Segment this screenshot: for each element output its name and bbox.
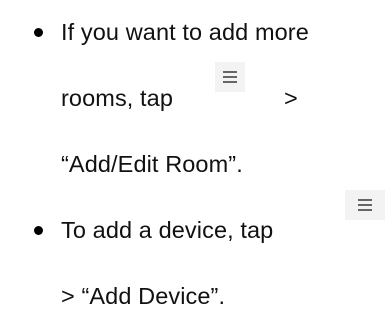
item1-line1: If you want to add more: [61, 19, 309, 45]
item2-line1-prefix: To add a device, tap: [61, 217, 274, 243]
item2-line2: > “Add Device”.: [61, 283, 226, 309]
item1-line3: “Add/Edit Room”.: [61, 151, 243, 177]
bullet-icon: [34, 226, 43, 235]
menu-icon: [215, 62, 245, 92]
item1-line2-suffix: >: [284, 85, 298, 111]
bullet-icon: [34, 28, 43, 37]
item1-line2-prefix: rooms, tap: [61, 85, 174, 111]
menu-icon: [345, 190, 385, 220]
